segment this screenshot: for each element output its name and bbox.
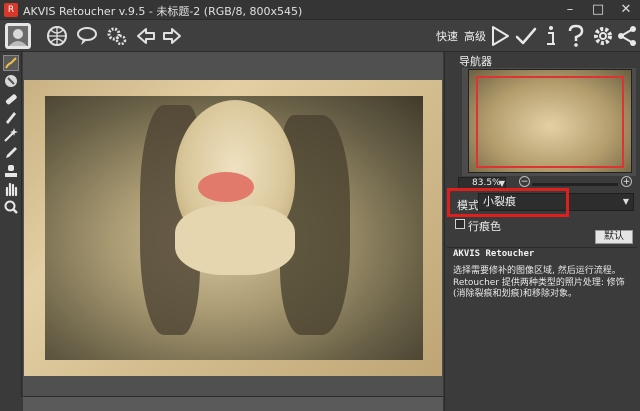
zoom-icon[interactable] <box>3 199 19 215</box>
maximize-button[interactable]: □ <box>584 0 612 20</box>
zoom-out-icon[interactable]: − <box>519 176 530 187</box>
eraser-cone-icon[interactable] <box>3 73 19 89</box>
photo-detail-flower <box>198 172 254 202</box>
close-button[interactable]: ✕ <box>612 0 640 20</box>
settings-gears-icon[interactable] <box>106 25 128 47</box>
navigator-view-rect[interactable] <box>476 76 624 168</box>
hand-icon[interactable] <box>3 181 19 197</box>
magic-wand-icon[interactable] <box>3 127 19 143</box>
zoom-slider[interactable] <box>532 183 618 186</box>
default-button[interactable]: 默认 <box>595 230 633 244</box>
globe-icon[interactable] <box>46 25 68 47</box>
share-icon[interactable] <box>617 25 637 47</box>
bandage-icon[interactable] <box>3 91 19 107</box>
help-icon[interactable] <box>567 24 585 48</box>
run-play-icon[interactable] <box>490 25 510 47</box>
panel-divider <box>447 247 637 248</box>
brush-icon[interactable] <box>3 55 19 71</box>
help-title: AKVIS Retoucher <box>453 249 535 259</box>
app-photo-icon[interactable] <box>4 22 32 50</box>
chisel-icon[interactable] <box>3 109 19 125</box>
pencil-icon[interactable] <box>3 145 19 161</box>
strokes-label: 行痕色 <box>468 220 501 233</box>
navigator-title: 导航器 <box>459 55 492 68</box>
forward-arrow-icon[interactable] <box>162 27 182 45</box>
preferences-gear-icon[interactable] <box>592 25 614 47</box>
clone-stamp-icon[interactable] <box>3 163 19 179</box>
help-line: Retoucher 提供两种类型的照片处理: 修饰(消除裂痕和划痕)和移除对象。 <box>453 278 625 299</box>
zoom-in-icon[interactable]: + <box>621 176 632 187</box>
back-arrow-icon[interactable] <box>136 27 156 45</box>
app-logo-icon: R <box>4 3 18 17</box>
comment-icon[interactable] <box>76 25 98 47</box>
window-title: AKVIS Retoucher v.9.5 - 未标题-2 (RGB/8, 80… <box>23 5 303 18</box>
help-text: 选择需要修补的图像区域, 然后运行流程。 Retoucher 提供两种类型的照片… <box>453 266 635 301</box>
chevron-down-icon[interactable]: ▼ <box>620 195 632 209</box>
apply-check-icon[interactable] <box>515 25 537 47</box>
minimize-button[interactable]: – <box>556 0 584 20</box>
advanced-mode-button[interactable]: 高级 <box>464 28 486 44</box>
quick-mode-button[interactable]: 快速 <box>436 28 458 44</box>
mode-highlight-box <box>447 188 569 217</box>
photo-detail-hands <box>175 205 295 275</box>
info-icon[interactable] <box>544 25 558 47</box>
strokes-checkbox[interactable] <box>455 219 465 229</box>
help-line: 选择需要修补的图像区域, 然后运行流程。 <box>453 266 621 276</box>
horizontal-scrollbar[interactable] <box>23 396 443 411</box>
